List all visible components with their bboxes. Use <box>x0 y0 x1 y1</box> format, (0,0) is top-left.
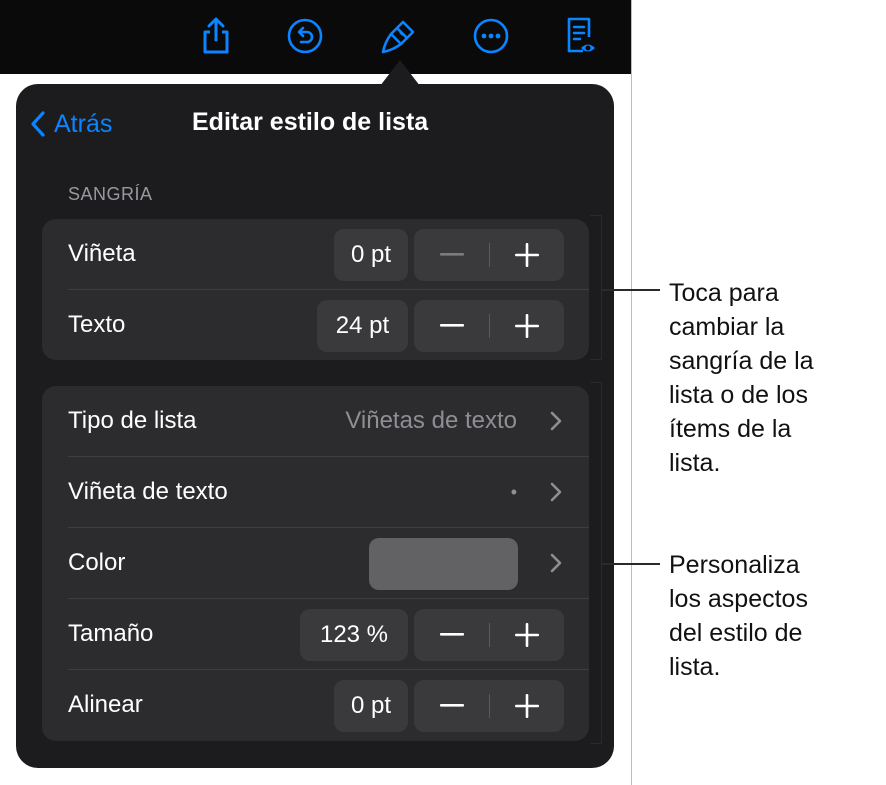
minus-icon <box>439 324 464 327</box>
more-button[interactable] <box>469 14 513 58</box>
size-increase-button[interactable] <box>489 609 564 661</box>
text-indent-row: Texto 24 pt <box>42 290 589 360</box>
minus-icon <box>439 704 464 707</box>
minus-icon <box>439 253 464 256</box>
back-button[interactable]: Atrás <box>30 106 112 142</box>
color-row[interactable]: Color <box>42 528 589 598</box>
chevron-right-icon <box>550 553 562 573</box>
align-label: Alinear <box>68 691 143 718</box>
size-stepper <box>414 609 564 661</box>
text-indent-increase-button[interactable] <box>489 300 564 352</box>
bullet-indent-increase-button[interactable] <box>489 229 564 281</box>
callout-line: lista. <box>669 653 721 681</box>
size-label: Tamaño <box>68 620 154 647</box>
format-button[interactable] <box>377 14 421 58</box>
list-type-value: Viñetas de texto <box>345 407 517 434</box>
callout-line: lista. <box>669 449 721 477</box>
plus-icon <box>514 243 539 267</box>
bullet-indent-label: Viñeta <box>68 240 136 267</box>
minus-icon <box>439 633 464 636</box>
plus-icon <box>514 694 539 718</box>
color-label: Color <box>68 549 126 576</box>
callout-line: cambiar la <box>669 313 785 341</box>
callout-line: del estilo de <box>669 619 803 647</box>
plus-icon <box>514 623 539 647</box>
bullet-indent-value[interactable]: 0 pt <box>334 229 408 281</box>
indent-callout: Toca para cambiar la sangría de la lista… <box>669 276 814 480</box>
text-bullet-row[interactable]: Viñeta de texto • <box>42 457 589 527</box>
ipad-screen: Atrás Editar estilo de lista SANGRÍA Viñ… <box>0 0 632 785</box>
size-value[interactable]: 123 % <box>300 609 408 661</box>
indent-group: Viñeta 0 pt Texto 24 pt <box>42 219 589 360</box>
color-swatch[interactable] <box>369 538 518 590</box>
more-icon <box>473 18 509 54</box>
popover-title: Editar estilo de lista <box>192 108 429 136</box>
text-indent-stepper <box>414 300 564 352</box>
list-style-group: Tipo de lista Viñetas de texto Viñeta de… <box>42 386 589 741</box>
indent-leader-line <box>602 289 660 291</box>
callout-line: los aspectos <box>669 585 808 613</box>
bullet-indent-stepper <box>414 229 564 281</box>
callout-line: Personaliza <box>669 551 800 579</box>
chevron-right-icon <box>550 482 562 502</box>
reader-view-button[interactable] <box>558 14 602 58</box>
callout-line: Toca para <box>669 279 779 307</box>
align-stepper <box>414 680 564 732</box>
undo-icon <box>287 18 323 54</box>
callout-line: lista o de los <box>669 381 808 409</box>
text-bullet-value: • <box>510 482 517 502</box>
screen-edge <box>631 0 632 785</box>
chevron-right-icon <box>550 411 562 431</box>
format-brush-icon <box>381 20 415 54</box>
share-icon <box>203 17 229 54</box>
undo-button[interactable] <box>283 14 327 58</box>
bullet-indent-row: Viñeta 0 pt <box>42 219 589 289</box>
callout-line: ítems de la <box>669 415 792 443</box>
popover-arrow <box>380 60 420 86</box>
indent-bracket <box>590 215 602 360</box>
size-row: Tamaño 123 % <box>42 599 589 669</box>
list-type-label: Tipo de lista <box>68 407 197 434</box>
list-type-row[interactable]: Tipo de lista Viñetas de texto <box>42 386 589 456</box>
bullet-indent-decrease-button[interactable] <box>414 229 489 281</box>
reader-view-icon <box>567 17 595 53</box>
back-label: Atrás <box>54 109 113 138</box>
align-increase-button[interactable] <box>489 680 564 732</box>
app-toolbar <box>0 0 632 74</box>
callout-line: sangría de la <box>669 347 814 375</box>
text-indent-value[interactable]: 24 pt <box>317 300 408 352</box>
align-row: Alinear 0 pt <box>42 670 589 740</box>
text-indent-decrease-button[interactable] <box>414 300 489 352</box>
chevron-left-icon <box>31 111 45 137</box>
text-bullet-label: Viñeta de texto <box>68 478 228 505</box>
plus-icon <box>514 314 539 338</box>
indent-section-header: SANGRÍA <box>68 184 153 204</box>
size-decrease-button[interactable] <box>414 609 489 661</box>
style-leader-line <box>602 563 660 565</box>
text-indent-label: Texto <box>68 311 126 338</box>
align-decrease-button[interactable] <box>414 680 489 732</box>
style-bracket <box>590 382 602 744</box>
share-button[interactable] <box>194 14 238 58</box>
align-value[interactable]: 0 pt <box>334 680 408 732</box>
style-callout: Personaliza los aspectos del estilo de l… <box>669 548 808 684</box>
